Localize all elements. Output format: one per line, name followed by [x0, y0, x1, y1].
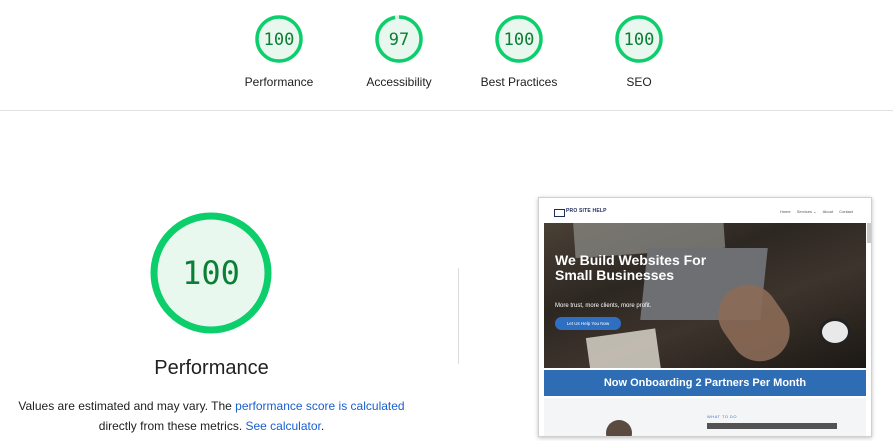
gauge-best-practices[interactable]: 100 Best Practices	[459, 14, 579, 89]
thumbnail-hero-heading: We Build Websites For Small Businesses	[555, 252, 707, 283]
gauge-score: 100	[264, 30, 295, 50]
logo-icon	[554, 209, 565, 217]
thumbnail-nav-links: Home Services ⌄ About Contact	[775, 209, 853, 214]
thumbnail-bottom-section: WHAT TO DO	[544, 398, 866, 436]
thumbnail-nav-item: Contact	[839, 209, 853, 214]
gauge-ring: 100	[495, 15, 543, 63]
description-text: Values are estimated and may vary. The	[18, 399, 236, 413]
thumbnail-eyebrow: WHAT TO DO	[707, 414, 738, 419]
gauge-score: 97	[389, 30, 409, 50]
description-text: .	[320, 419, 325, 433]
gauge-score: 100	[504, 30, 535, 50]
score-calculated-link[interactable]: performance score is calculated	[235, 399, 404, 413]
performance-description: Values are estimated and may vary. The p…	[0, 396, 423, 436]
gauge-label: Performance	[244, 75, 314, 89]
gauge-performance[interactable]: 100 Performance	[219, 14, 339, 89]
thumbnail-banner: Now Onboarding 2 Partners Per Month	[544, 370, 866, 396]
thumbnail-nav-item: Services ⌄	[796, 209, 817, 214]
thumbnail-logo-text: PRO SITE HELP	[566, 208, 607, 214]
avatar	[606, 420, 632, 436]
gauge-seo[interactable]: 100 SEO	[579, 14, 699, 89]
gauge-label: SEO	[626, 75, 652, 89]
gauge-ring: 100	[255, 15, 303, 63]
thumbnail-hero-subtext: More trust, more clients, more profit.	[555, 303, 652, 309]
gauge-ring: 100	[615, 15, 663, 63]
see-calculator-link[interactable]: See calculator	[245, 419, 320, 433]
vertical-divider	[458, 268, 459, 364]
gauge-accessibility[interactable]: 97 Accessibility	[339, 14, 459, 89]
performance-score: 100	[182, 254, 240, 292]
performance-title: Performance	[154, 357, 269, 379]
performance-gauge-large: 100	[150, 212, 272, 334]
gauge-ring: 97	[375, 15, 423, 63]
gauge-label: Best Practices	[480, 75, 558, 89]
category-gauges: 100 Performance 97 Accessibility 100 Bes…	[0, 0, 893, 111]
thumbnail-hero-button: Let Us Help You Now	[555, 317, 621, 330]
thumbnail-hero: We Build Websites For Small Businesses M…	[544, 223, 866, 368]
gauge-label: Accessibility	[366, 75, 432, 89]
gauge-score: 100	[624, 30, 655, 50]
coffee-cup-icon	[819, 318, 851, 346]
description-text: directly from these metrics.	[98, 419, 246, 433]
hero-image-notebook	[585, 328, 663, 368]
thumbnail-heading-bar	[707, 423, 837, 429]
thumbnail-nav-item: About	[822, 209, 834, 214]
thumbnail-scrollbar	[867, 223, 871, 243]
thumbnail-navbar: PRO SITE HELP Home Services ⌄ About Cont…	[539, 198, 871, 223]
thumbnail-nav-item: Home	[779, 209, 791, 214]
final-screenshot[interactable]: PRO SITE HELP Home Services ⌄ About Cont…	[538, 197, 872, 437]
